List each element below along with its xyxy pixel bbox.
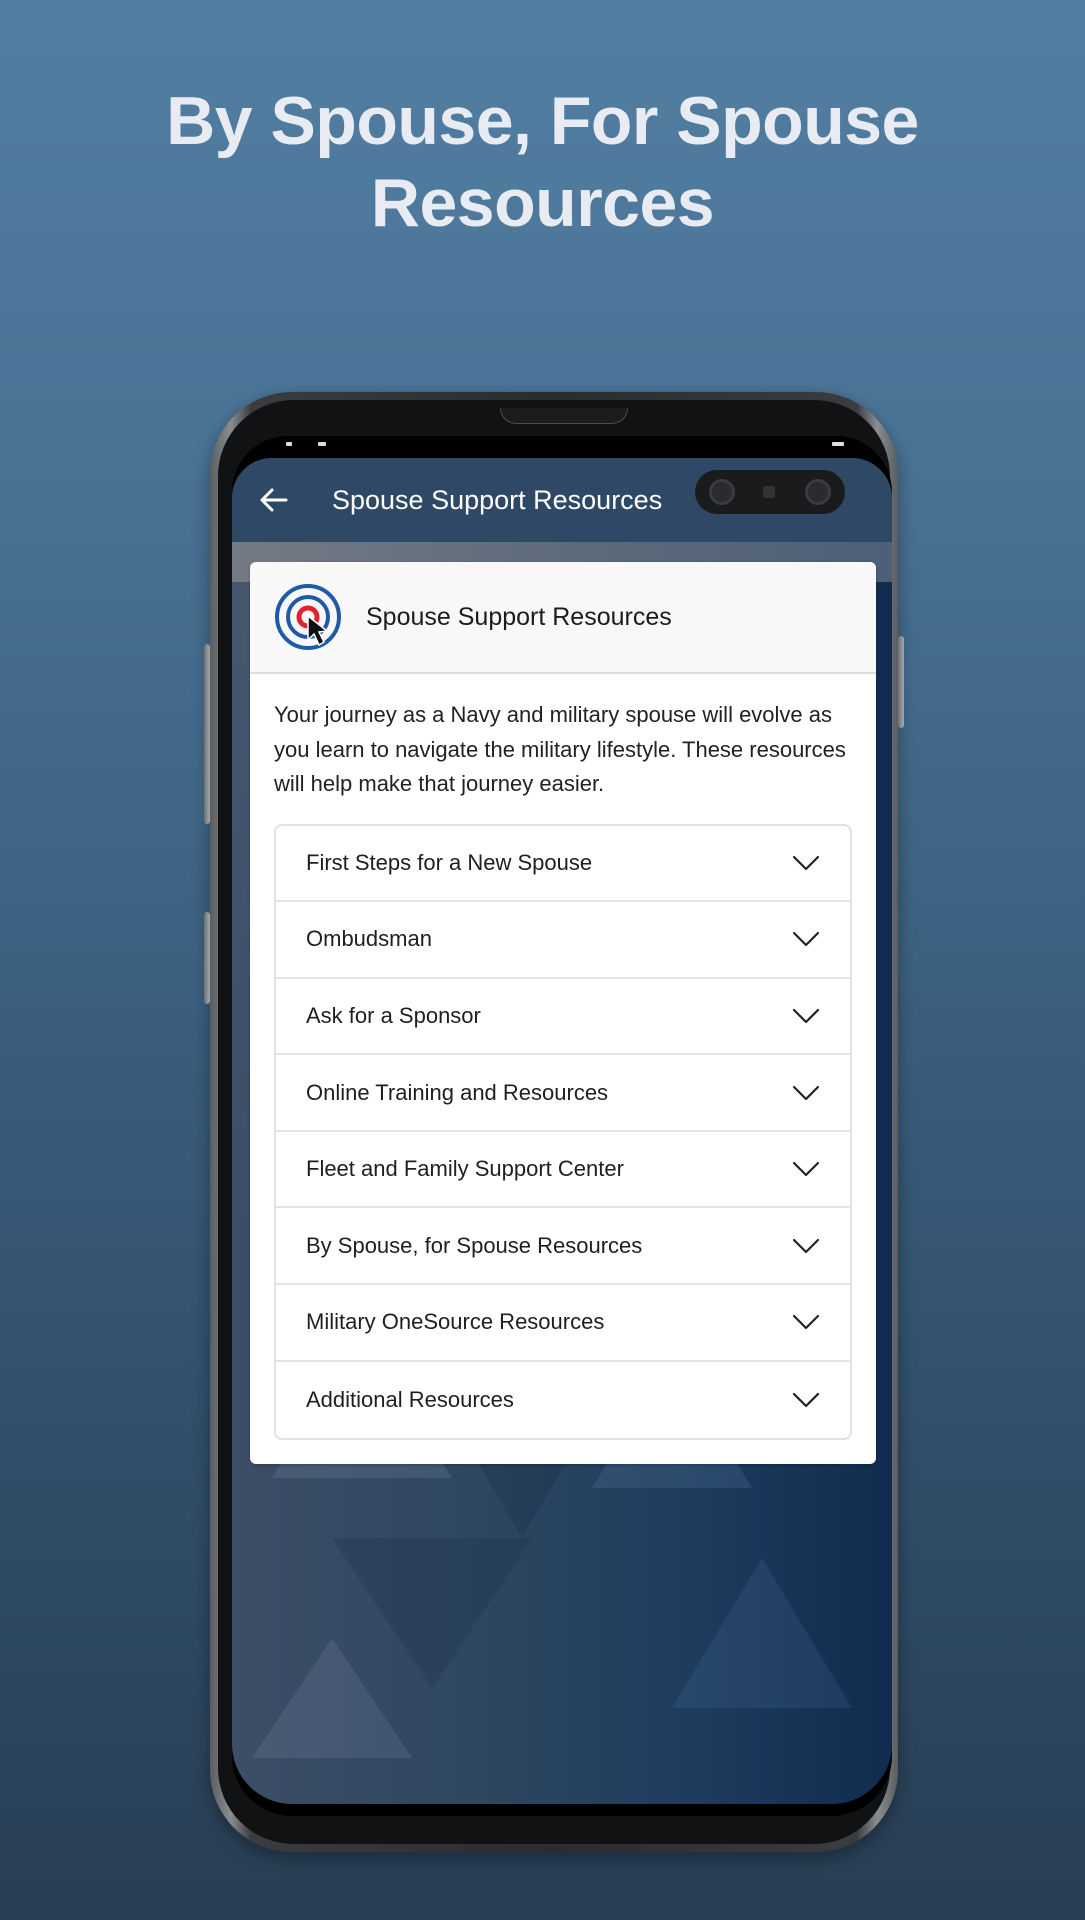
app-bar: Spouse Support Resources — [232, 458, 892, 542]
accordion-item-label: Military OneSource Resources — [306, 1309, 605, 1335]
phone-screen: Spouse Support Resources Spouse Support … — [232, 436, 892, 1816]
status-icon — [832, 442, 844, 446]
card-header: Spouse Support Resources — [250, 562, 876, 674]
accordion-item-label: By Spouse, for Spouse Resources — [306, 1232, 643, 1258]
accordion-item-8[interactable]: Additional Resources — [276, 1362, 850, 1439]
accordion-item-6[interactable]: By Spouse, for Spouse Resources — [276, 1208, 850, 1286]
front-camera-cutout — [695, 470, 845, 514]
accordion-item-7[interactable]: Military OneSource Resources — [276, 1285, 850, 1362]
chevron-down-icon — [792, 1085, 820, 1100]
phone-side-button-power — [898, 636, 904, 728]
target-cursor-icon — [275, 584, 341, 650]
promo-headline: By Spouse, For Spouse Resources — [0, 80, 1085, 244]
background-pattern — [252, 1638, 412, 1758]
chevron-down-icon — [792, 855, 820, 870]
camera-sensor — [763, 486, 775, 498]
phone-bezel: Spouse Support Resources Spouse Support … — [218, 400, 892, 1844]
chevron-down-icon — [792, 932, 820, 947]
promo-headline-line2: Resources — [370, 165, 715, 241]
accordion-item-2[interactable]: Ombudsman — [276, 902, 850, 979]
phone-frame: Spouse Support Resources Spouse Support … — [204, 392, 904, 1852]
resources-accordion: First Steps for a New Spouse Ombudsman A… — [274, 823, 852, 1441]
accordion-item-label: First Steps for a New Spouse — [306, 849, 593, 875]
background-pattern — [672, 1558, 852, 1708]
phone-speaker — [500, 408, 628, 424]
chevron-down-icon — [792, 1008, 820, 1024]
card-title: Spouse Support Resources — [366, 602, 672, 631]
camera-lens — [709, 479, 735, 505]
chevron-down-icon — [792, 1162, 820, 1177]
accordion-item-label: Ask for a Sponsor — [306, 1002, 481, 1028]
camera-lens — [805, 479, 831, 505]
accordion-item-label: Ombudsman — [306, 926, 432, 952]
accordion-item-label: Online Training and Resources — [306, 1079, 609, 1105]
phone-side-button-volume-up — [204, 644, 210, 824]
resources-card: Spouse Support Resources Your journey as… — [250, 562, 876, 1465]
accordion-item-1[interactable]: First Steps for a New Spouse — [276, 826, 850, 903]
status-icon — [318, 442, 326, 446]
chevron-down-icon — [792, 1392, 820, 1408]
accordion-item-label: Additional Resources — [306, 1386, 514, 1412]
phone-side-button-volume-down — [204, 912, 210, 1004]
back-button[interactable] — [252, 478, 296, 522]
status-icon — [286, 442, 292, 446]
accordion-item-5[interactable]: Fleet and Family Support Center — [276, 1132, 850, 1209]
app-bar-title: Spouse Support Resources — [332, 485, 663, 515]
arrow-left-icon — [260, 488, 288, 512]
intro-text: Your journey as a Navy and military spou… — [274, 702, 846, 796]
chevron-down-icon — [792, 1315, 820, 1330]
accordion-item-label: Fleet and Family Support Center — [306, 1156, 624, 1182]
promo-headline-line1: By Spouse, For Spouse — [166, 83, 919, 159]
app-screen: Spouse Support Resources Spouse Support … — [232, 458, 892, 1804]
accordion-item-3[interactable]: Ask for a Sponsor — [276, 979, 850, 1056]
accordion-item-4[interactable]: Online Training and Resources — [276, 1055, 850, 1132]
status-bar — [232, 436, 892, 458]
card-body: Your journey as a Navy and military spou… — [250, 674, 876, 1464]
chevron-down-icon — [792, 1238, 820, 1253]
